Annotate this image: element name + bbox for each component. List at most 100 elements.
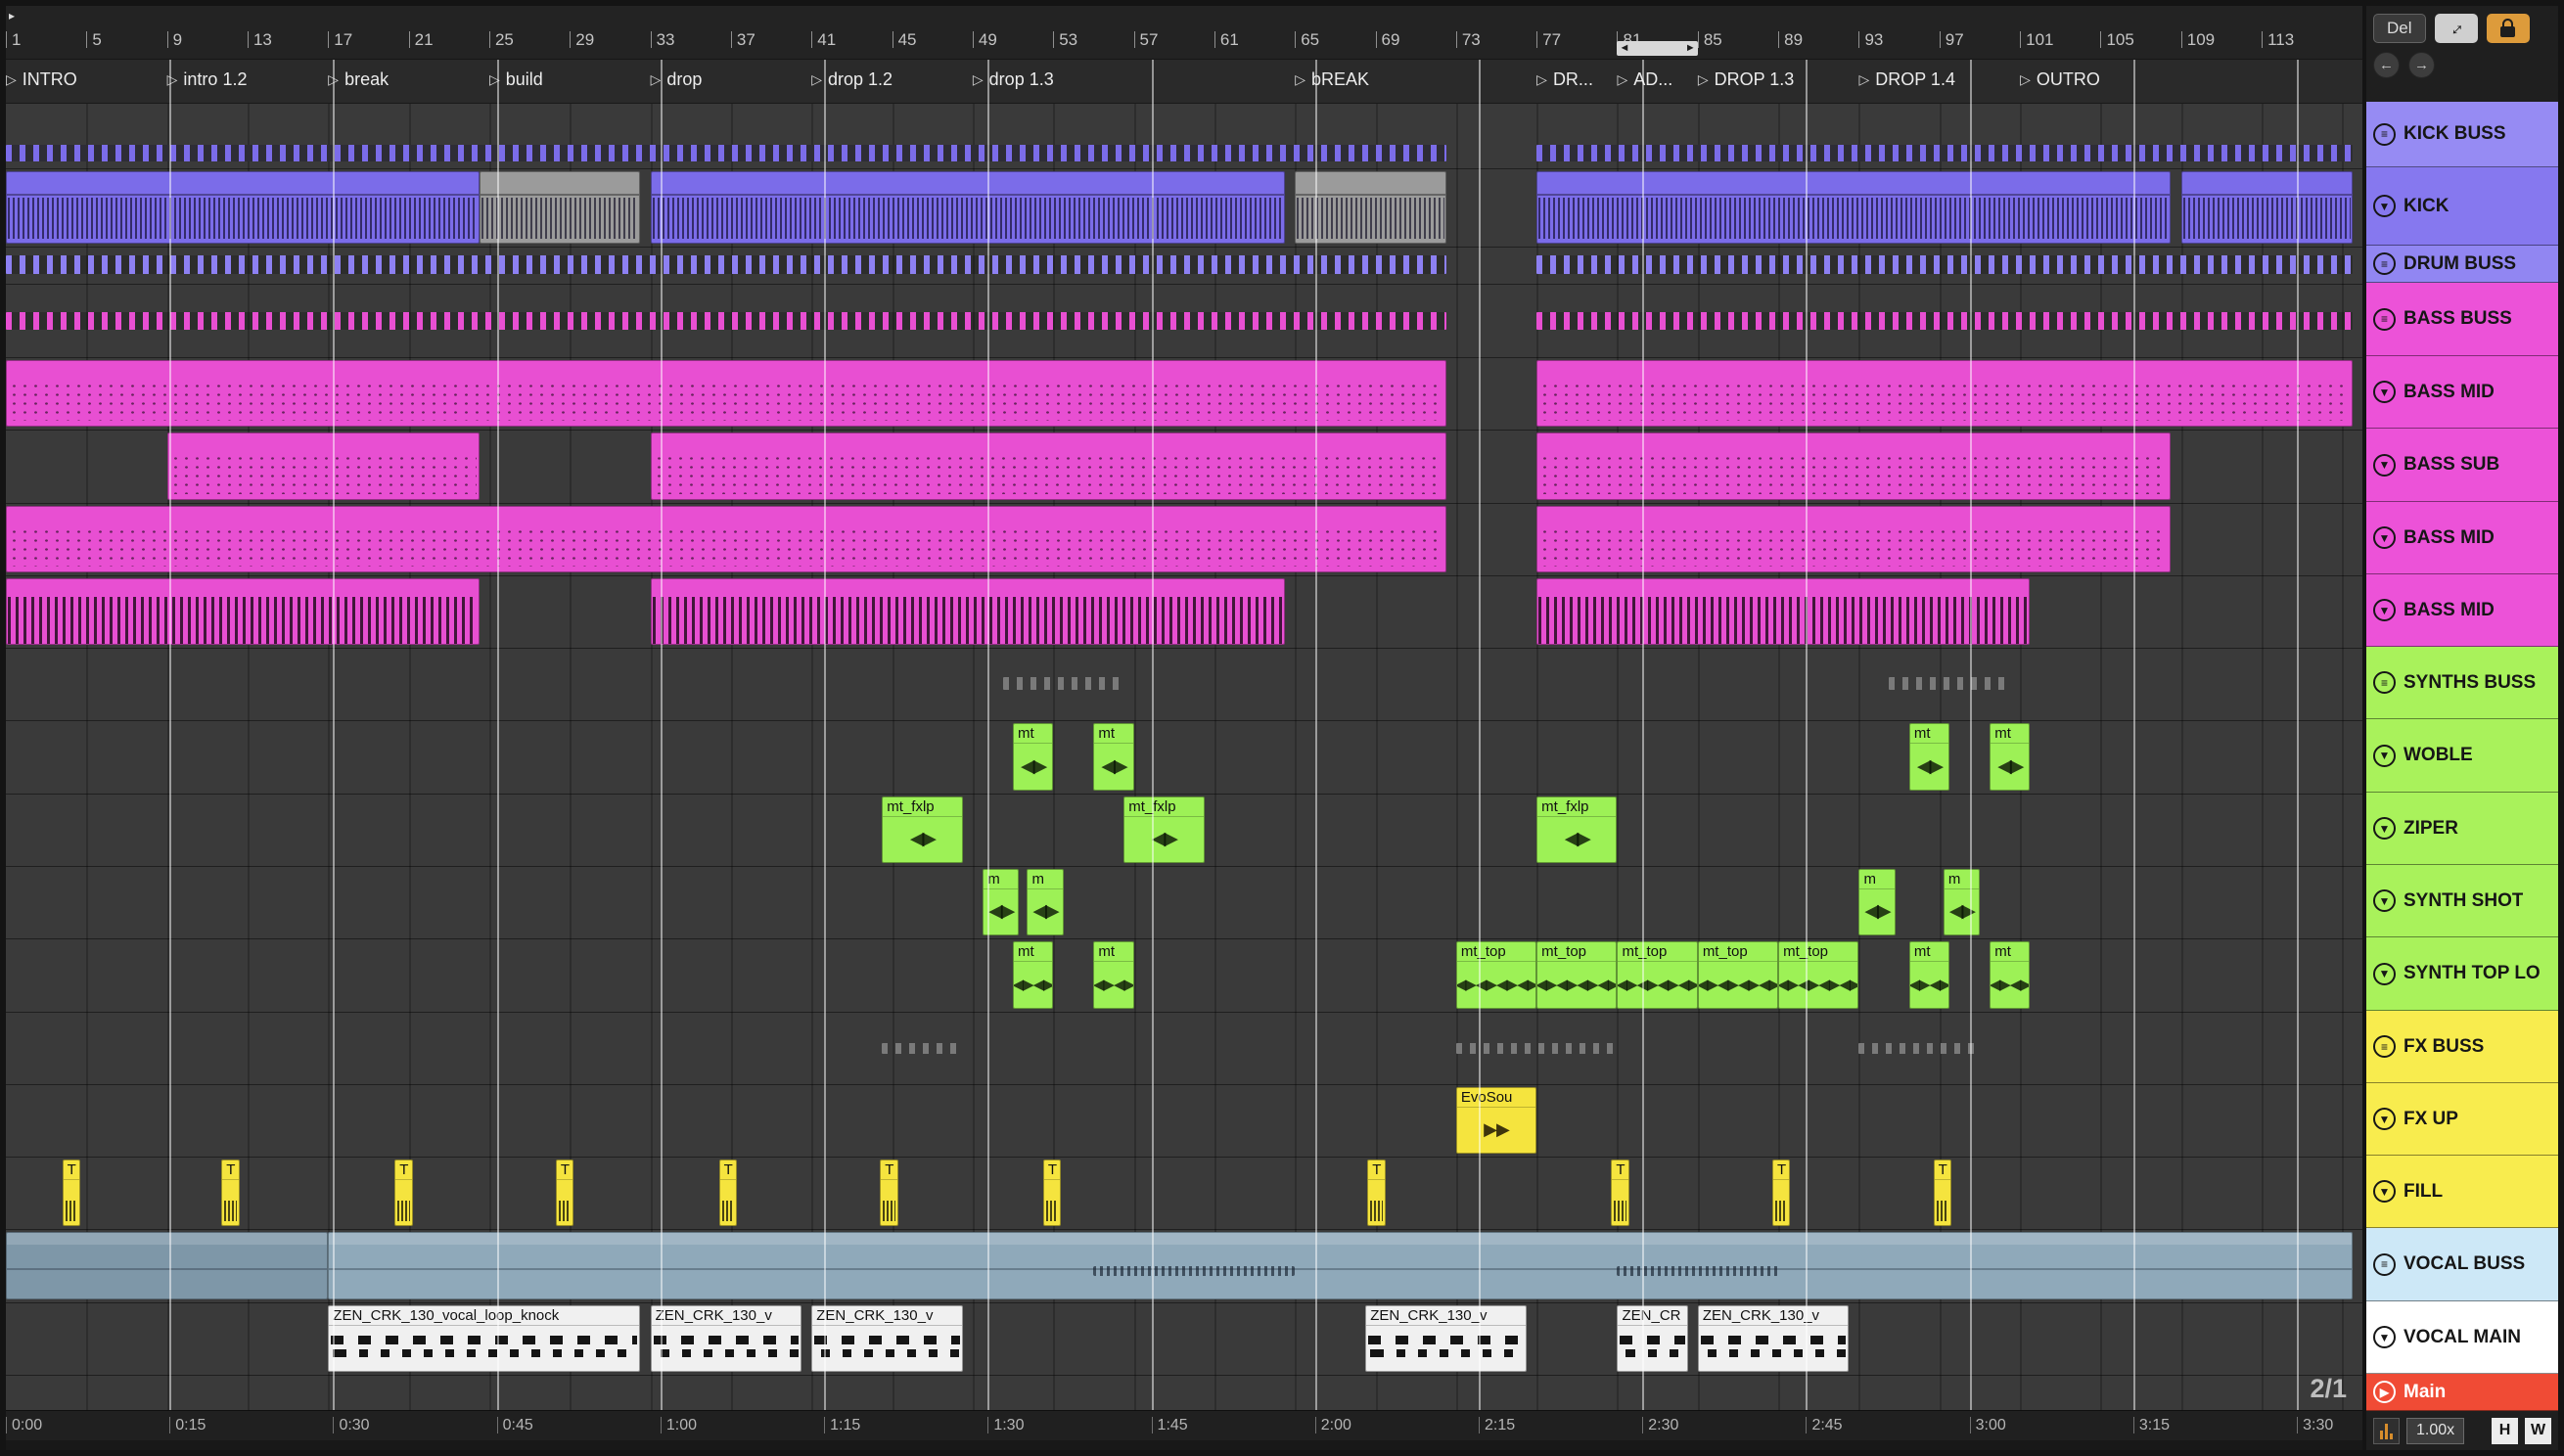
- clip[interactable]: mt: [1908, 723, 1950, 791]
- clip[interactable]: [2180, 171, 2353, 244]
- clip[interactable]: ZEN_CRK_130_vocal_loop_knock: [328, 1305, 641, 1372]
- locator-drop-1-3[interactable]: ▷ drop 1.3: [973, 68, 1054, 90]
- clip[interactable]: [6, 255, 1446, 275]
- locator-ad-[interactable]: ▷ AD...: [1617, 68, 1672, 90]
- zoom-fit-button[interactable]: ↔: [2434, 14, 2478, 43]
- clip[interactable]: ZEN_CRK_130_v: [650, 1305, 801, 1372]
- clip[interactable]: [1455, 1042, 1618, 1055]
- clip[interactable]: mt: [1093, 941, 1134, 1009]
- clip[interactable]: mt_fxlp: [1123, 796, 1205, 863]
- clip[interactable]: ZEN_CRK_130_v: [811, 1305, 963, 1372]
- lane-main-18[interactable]: [6, 1376, 2362, 1410]
- track-header-woble-9[interactable]: ▼ WOBLE: [2366, 719, 2558, 793]
- locator-break[interactable]: ▷ bREAK: [1295, 68, 1369, 90]
- width-zoom-button[interactable]: W: [2525, 1417, 2551, 1444]
- clip[interactable]: T: [1611, 1160, 1629, 1226]
- clip[interactable]: T: [718, 1160, 738, 1226]
- clip[interactable]: [1536, 255, 2353, 275]
- track-header-bass-buss-3[interactable]: ≡ BASS BUSS: [2366, 283, 2558, 356]
- locator-row[interactable]: ▷ INTRO ▷ intro 1.2 ▷ break ▷ build ▷ drop ▷ drop 1…: [6, 60, 2362, 104]
- lane-synth-top-lo-12[interactable]: mtmtmt_topmt_topmt_topmt_topmt_topmtmt: [6, 939, 2362, 1013]
- loop-brace[interactable]: ◄ ►: [1617, 41, 1698, 56]
- clip[interactable]: mt: [1990, 723, 2031, 791]
- clip[interactable]: [6, 312, 1446, 330]
- locator-intro[interactable]: ▷ INTRO: [6, 68, 77, 90]
- track-header-bass-mid-7[interactable]: ▼ BASS MID: [2366, 574, 2558, 647]
- audition-waveform-button[interactable]: [2373, 1417, 2400, 1444]
- clip[interactable]: [1858, 1042, 1980, 1055]
- clip[interactable]: [1536, 360, 2353, 427]
- clip[interactable]: T: [62, 1160, 81, 1226]
- track-header-main-18[interactable]: ▶ Main: [2366, 1374, 2558, 1411]
- clip[interactable]: mt: [1013, 723, 1054, 791]
- track-header-ziper-10[interactable]: ▼ ZIPER: [2366, 793, 2558, 865]
- clip[interactable]: ZEN_CRK_130_v: [1697, 1305, 1850, 1372]
- lane-ziper-10[interactable]: mt_fxlp mt_fxlp mt_fxlp: [6, 795, 2362, 867]
- lane-drum-buss-2[interactable]: [6, 248, 2362, 285]
- clip[interactable]: [1536, 578, 2031, 645]
- track-header-bass-sub-5[interactable]: ▼ BASS SUB: [2366, 429, 2558, 502]
- locator-drop-1-3[interactable]: ▷ DROP 1.3: [1698, 68, 1794, 90]
- height-zoom-button[interactable]: H: [2492, 1417, 2518, 1444]
- locator-drop[interactable]: ▷ drop: [651, 68, 703, 90]
- lane-synth-shot-11[interactable]: mmmm: [6, 867, 2362, 939]
- clip[interactable]: [166, 432, 480, 500]
- lane-fx-buss-13[interactable]: [6, 1013, 2362, 1085]
- lock-button[interactable]: [2486, 14, 2530, 43]
- clip[interactable]: [1889, 677, 2010, 691]
- track-header-fill-15[interactable]: ▼ FILL: [2366, 1156, 2558, 1228]
- clip[interactable]: [882, 1042, 963, 1055]
- clip[interactable]: [1536, 145, 2353, 162]
- clip[interactable]: [6, 145, 1446, 162]
- clip[interactable]: m: [1027, 869, 1064, 935]
- clip[interactable]: [650, 171, 1285, 244]
- clip[interactable]: [328, 1232, 2353, 1299]
- track-header-synths-buss-8[interactable]: ≡ SYNTHS BUSS: [2366, 647, 2558, 719]
- lane-bass-buss-3[interactable]: [6, 285, 2362, 358]
- lane-bass-sub-5[interactable]: [6, 431, 2362, 504]
- forward-button[interactable]: →: [2408, 52, 2435, 78]
- track-header-fx-up-14[interactable]: ▼ FX UP: [2366, 1083, 2558, 1156]
- lane-synths-buss-8[interactable]: [6, 649, 2362, 721]
- locator-drop-1-4[interactable]: ▷ DROP 1.4: [1858, 68, 1954, 90]
- delete-button[interactable]: Del: [2373, 14, 2426, 43]
- clip[interactable]: mt: [1908, 941, 1950, 1009]
- clip[interactable]: [6, 578, 480, 645]
- locator-intro-1-2[interactable]: ▷ intro 1.2: [167, 68, 248, 90]
- clip[interactable]: [1617, 1266, 1779, 1277]
- track-header-bass-mid-6[interactable]: ▼ BASS MID: [2366, 502, 2558, 574]
- track-header-kick-buss-0[interactable]: ≡ KICK BUSS: [2366, 102, 2558, 167]
- lanes[interactable]: 2/1 mtmtmtmtmt_fxlpmt_fxlpmt_fxlpmmmmmtm…: [6, 104, 2362, 1410]
- clip[interactable]: [479, 171, 641, 244]
- clip[interactable]: [1536, 171, 2172, 244]
- clip[interactable]: T: [880, 1160, 898, 1226]
- clip[interactable]: m: [983, 869, 1020, 935]
- clip[interactable]: EvoSou: [1455, 1087, 1537, 1154]
- track-header-drum-buss-2[interactable]: ≡ DRUM BUSS: [2366, 246, 2558, 283]
- clip[interactable]: [6, 360, 1446, 427]
- lane-bass-mid-4[interactable]: [6, 358, 2362, 431]
- clip[interactable]: T: [221, 1160, 240, 1226]
- clip[interactable]: [1002, 677, 1124, 691]
- clip[interactable]: T: [394, 1160, 413, 1226]
- clip[interactable]: T: [1042, 1160, 1062, 1226]
- locator-break[interactable]: ▷ break: [328, 68, 389, 90]
- clip[interactable]: [1295, 171, 1446, 244]
- clip[interactable]: mt_top: [1536, 941, 1618, 1009]
- lane-vocal-main-17[interactable]: ZEN_CRK_130_vocal_loop_knock ZEN_CRK_130_…: [6, 1303, 2362, 1376]
- back-button[interactable]: ←: [2373, 52, 2400, 78]
- lane-bass-mid-6[interactable]: [6, 504, 2362, 576]
- clip[interactable]: mt: [1990, 941, 2031, 1009]
- clip[interactable]: mt_top: [1455, 941, 1537, 1009]
- clip[interactable]: ZEN_CRK_130_v: [1365, 1305, 1527, 1372]
- clip[interactable]: mt_fxlp: [1536, 796, 1618, 863]
- lane-fill-15[interactable]: TTTTTTTTTTT: [6, 1158, 2362, 1230]
- locator-dr-[interactable]: ▷ DR...: [1536, 68, 1593, 90]
- clip[interactable]: m: [1943, 869, 1980, 935]
- locator-outro[interactable]: ▷ OUTRO: [2020, 68, 2100, 90]
- clip[interactable]: T: [1933, 1160, 1952, 1226]
- clip[interactable]: [1536, 432, 2172, 500]
- clip[interactable]: ZEN_CR: [1617, 1305, 1688, 1372]
- track-header-synth-top-lo-12[interactable]: ▼ SYNTH TOP LO: [2366, 937, 2558, 1011]
- clip[interactable]: mt_top: [1778, 941, 1859, 1009]
